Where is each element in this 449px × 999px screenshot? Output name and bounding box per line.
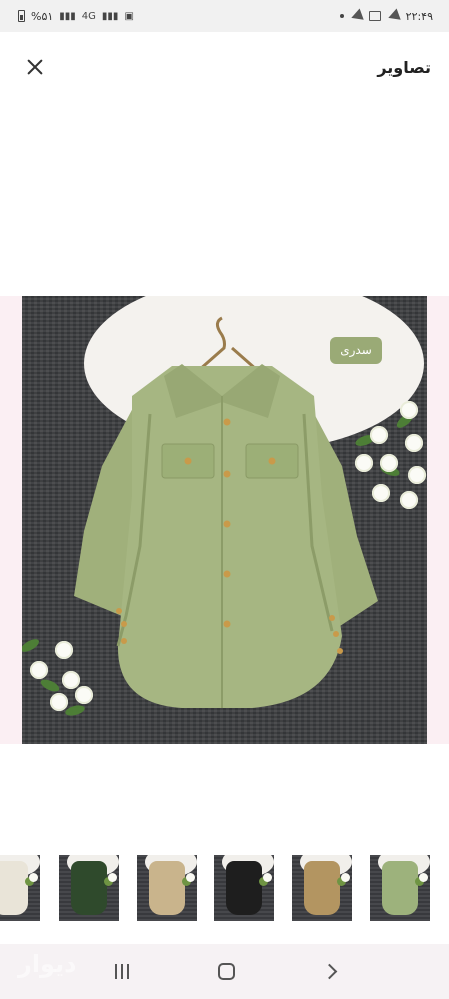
image-icon [368, 11, 381, 21]
flowers-left [22, 621, 100, 731]
battery-icon [18, 10, 25, 22]
product-photo[interactable]: سدری [22, 296, 427, 744]
signal-icon-2: ▮▮▮ [101, 10, 119, 22]
network-label: 4G [81, 10, 96, 22]
battery-text: %۵۱ [31, 9, 54, 23]
app-bar: تصاویر [0, 32, 449, 102]
thumbnail-sage[interactable] [370, 855, 430, 921]
home-icon[interactable] [217, 963, 235, 980]
notification-dot-icon [339, 14, 344, 18]
thumbnail-black[interactable] [214, 855, 274, 921]
thumbnail-dark-green[interactable] [59, 855, 119, 921]
status-notifications: ۲۲:۴۹ [339, 8, 433, 24]
flowers-right [350, 396, 427, 516]
status-time: ۲۲:۴۹ [405, 9, 433, 23]
color-tag: سدری [330, 337, 382, 364]
back-icon[interactable] [321, 963, 337, 980]
thumbnail-strip [0, 855, 449, 921]
thumbnail-beige[interactable] [137, 855, 197, 921]
thumbnail-camel[interactable] [292, 855, 352, 921]
image-viewer[interactable]: سدری [0, 296, 449, 744]
telegram-icon-2 [385, 8, 401, 24]
watermark-logo: دیوار [18, 950, 77, 978]
lock-icon: ▣ [124, 10, 134, 22]
status-bar: %۵۱ ▮▮▮ 4G ▮▮▮ ▣ ۲۲:۴۹ [0, 0, 449, 32]
close-icon[interactable] [22, 54, 48, 80]
recent-apps-icon[interactable] [114, 964, 129, 979]
signal-icon: ▮▮▮ [59, 10, 76, 22]
telegram-icon [348, 8, 364, 24]
thumbnail-cream[interactable] [0, 855, 40, 921]
status-indicators: %۵۱ ▮▮▮ 4G ▮▮▮ ▣ [18, 10, 134, 23]
page-title: تصاویر [377, 57, 431, 77]
